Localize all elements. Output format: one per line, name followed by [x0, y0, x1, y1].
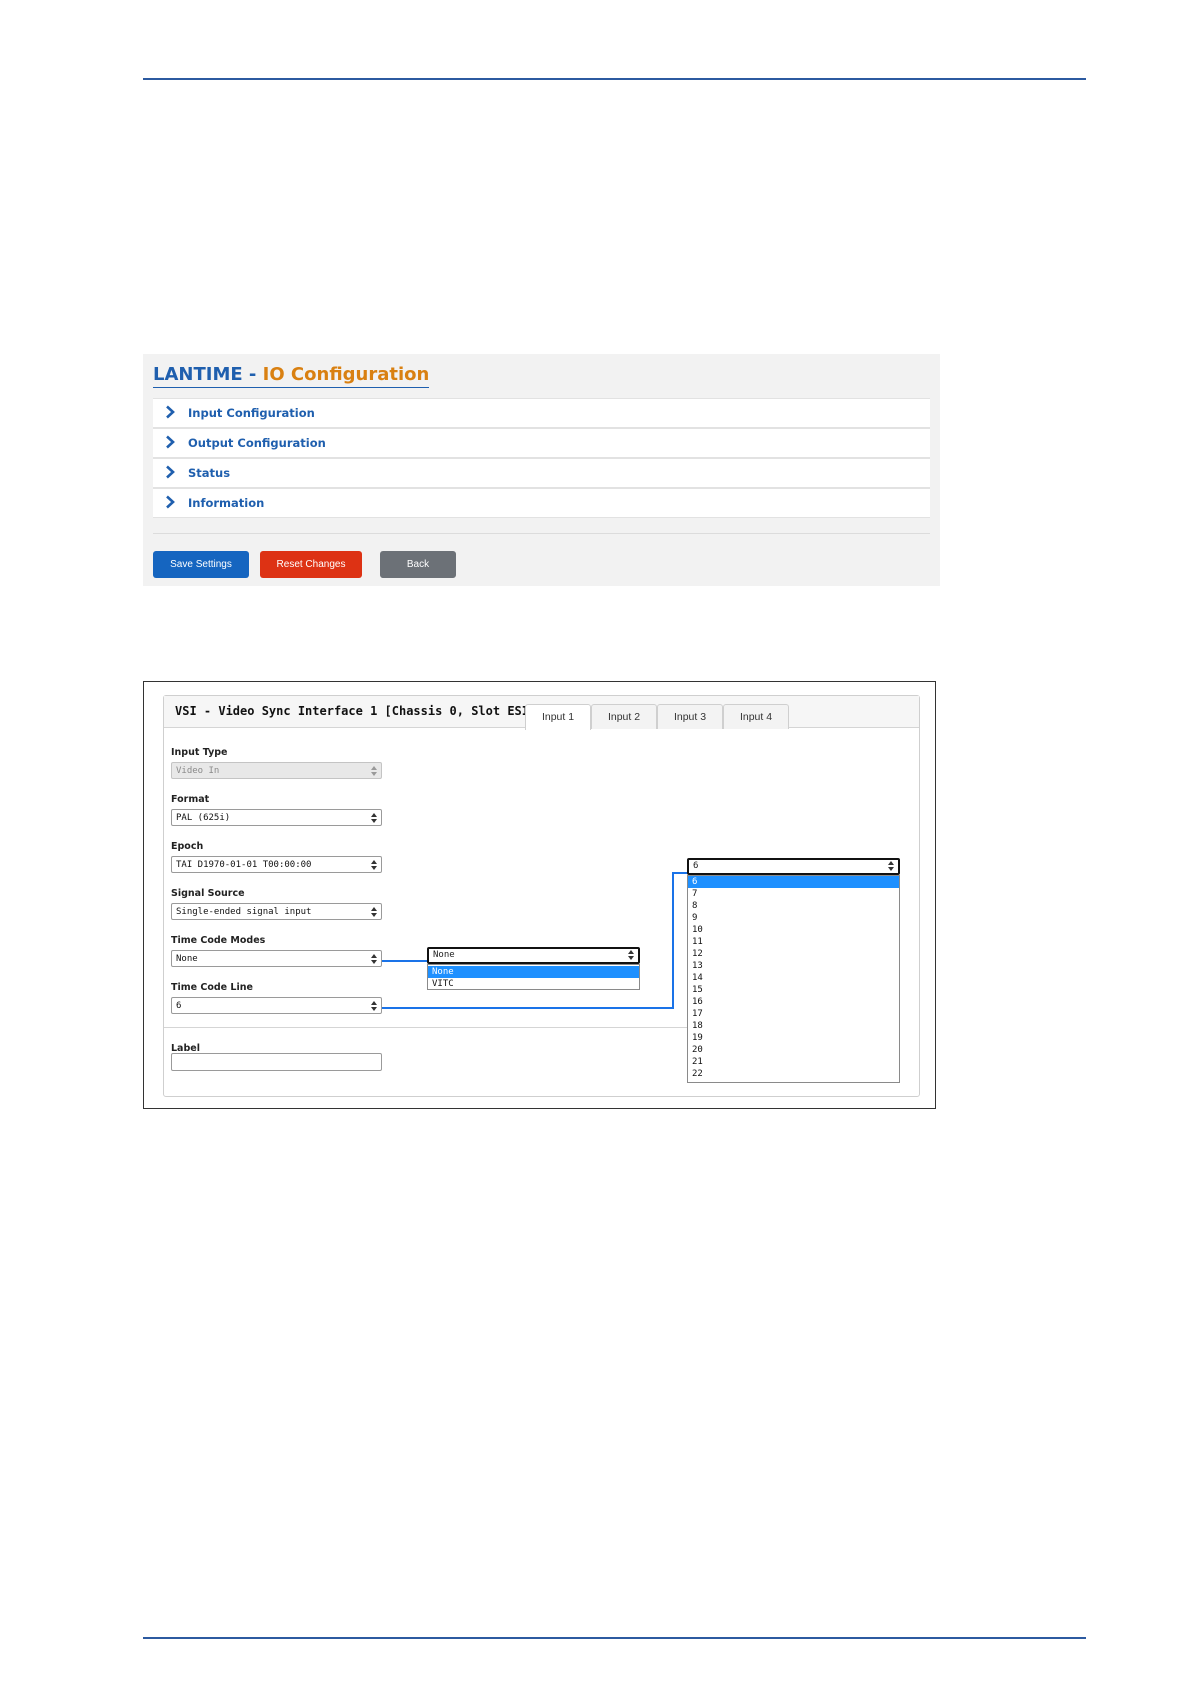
input-type-select: Video In: [171, 762, 382, 779]
time-code-line-label: Time Code Line: [171, 982, 253, 993]
time-code-line-open-select[interactable]: 6: [687, 858, 900, 875]
accordion-label: Output Configuration: [188, 436, 326, 450]
option-line[interactable]: 19: [688, 1032, 899, 1044]
option-line[interactable]: 20: [688, 1044, 899, 1056]
io-configuration-screenshot: LANTIME - IO Configuration Input Configu…: [143, 354, 940, 586]
divider: [153, 533, 930, 534]
option-line[interactable]: 7: [688, 888, 899, 900]
time-code-modes-label: Time Code Modes: [171, 935, 266, 946]
select-value: None: [176, 954, 198, 964]
time-code-modes-options: None VITC: [427, 964, 640, 990]
option-line[interactable]: 12: [688, 948, 899, 960]
bottom-rule: [143, 1637, 1086, 1639]
vsi-configuration-screenshot: VSI - Video Sync Interface 1 [Chassis 0,…: [143, 681, 936, 1109]
select-value: PAL (625i): [176, 813, 231, 823]
time-code-modes-open-select[interactable]: None: [427, 947, 640, 964]
select-value: Video In: [176, 766, 220, 776]
option-line[interactable]: 15: [688, 984, 899, 996]
select-value: Single-ended signal input: [176, 907, 312, 917]
option-line[interactable]: 21: [688, 1056, 899, 1068]
format-label: Format: [171, 794, 210, 805]
updown-arrows-icon: [371, 907, 378, 917]
accordion-label: Status: [188, 466, 231, 480]
tab-input-4[interactable]: Input 4: [723, 704, 789, 729]
option-line[interactable]: 11: [688, 936, 899, 948]
chevron-right-icon: [166, 405, 175, 419]
option-line[interactable]: 6: [688, 876, 899, 888]
epoch-label: Epoch: [171, 841, 204, 852]
format-select[interactable]: PAL (625i): [171, 809, 382, 826]
accordion-output-configuration[interactable]: Output Configuration: [153, 428, 930, 458]
chevron-right-icon: [166, 465, 175, 479]
page-title-section: IO Configuration: [262, 364, 430, 385]
option-line[interactable]: 17: [688, 1008, 899, 1020]
updown-arrows-icon: [371, 954, 378, 964]
chevron-right-icon: [166, 495, 175, 509]
select-value: None: [433, 950, 455, 960]
option-line[interactable]: 22: [688, 1068, 899, 1080]
callout-line: [672, 872, 674, 1009]
option-line[interactable]: 8: [688, 900, 899, 912]
label-input[interactable]: [171, 1053, 382, 1071]
updown-arrows-icon: [371, 860, 378, 870]
back-button[interactable]: Back: [380, 551, 456, 578]
page-title-brand: LANTIME -: [153, 364, 263, 385]
accordion-status[interactable]: Status: [153, 458, 930, 488]
option-line[interactable]: 9: [688, 912, 899, 924]
select-value: 6: [693, 861, 699, 871]
select-value: 6: [176, 1001, 182, 1011]
option-line[interactable]: 14: [688, 972, 899, 984]
option-line[interactable]: 10: [688, 924, 899, 936]
option-vitc[interactable]: VITC: [428, 978, 639, 990]
save-settings-button[interactable]: Save Settings: [153, 551, 249, 578]
accordion-label: Input Configuration: [188, 406, 315, 420]
epoch-select[interactable]: TAI D1970-01-01 T00:00:00: [171, 856, 382, 873]
updown-arrows-icon: [628, 950, 635, 960]
updown-arrows-icon: [371, 1001, 378, 1011]
signal-source-select[interactable]: Single-ended signal input: [171, 903, 382, 920]
input-type-label: Input Type: [171, 747, 228, 758]
time-code-line-options: 6 7 8 9 10 11 12 13 14 15 16 17 18 19 20…: [687, 875, 900, 1083]
updown-arrows-icon: [371, 766, 378, 776]
option-line[interactable]: 18: [688, 1020, 899, 1032]
accordion-label: Information: [188, 496, 265, 510]
tab-input-1[interactable]: Input 1: [525, 704, 591, 730]
time-code-modes-select[interactable]: None: [171, 950, 382, 967]
time-code-line-select[interactable]: 6: [171, 997, 382, 1014]
tab-input-2[interactable]: Input 2: [591, 704, 657, 729]
panel-header: VSI - Video Sync Interface 1 [Chassis 0,…: [164, 696, 919, 730]
option-line[interactable]: 13: [688, 960, 899, 972]
page-title: LANTIME - IO Configuration: [153, 364, 430, 388]
updown-arrows-icon: [888, 861, 895, 871]
select-value: TAI D1970-01-01 T00:00:00: [176, 860, 312, 870]
option-line[interactable]: 16: [688, 996, 899, 1008]
panel-title: VSI - Video Sync Interface 1 [Chassis 0,…: [175, 704, 544, 718]
option-none[interactable]: None: [428, 966, 639, 978]
chevron-right-icon: [166, 435, 175, 449]
updown-arrows-icon: [371, 813, 378, 823]
accordion-information[interactable]: Information: [153, 488, 930, 518]
top-rule: [143, 78, 1086, 80]
callout-line: [382, 960, 429, 962]
callout-line: [382, 1007, 674, 1009]
signal-source-label: Signal Source: [171, 888, 245, 899]
accordion-input-configuration[interactable]: Input Configuration: [153, 398, 930, 428]
tab-input-3[interactable]: Input 3: [657, 704, 723, 729]
reset-changes-button[interactable]: Reset Changes: [260, 551, 362, 578]
